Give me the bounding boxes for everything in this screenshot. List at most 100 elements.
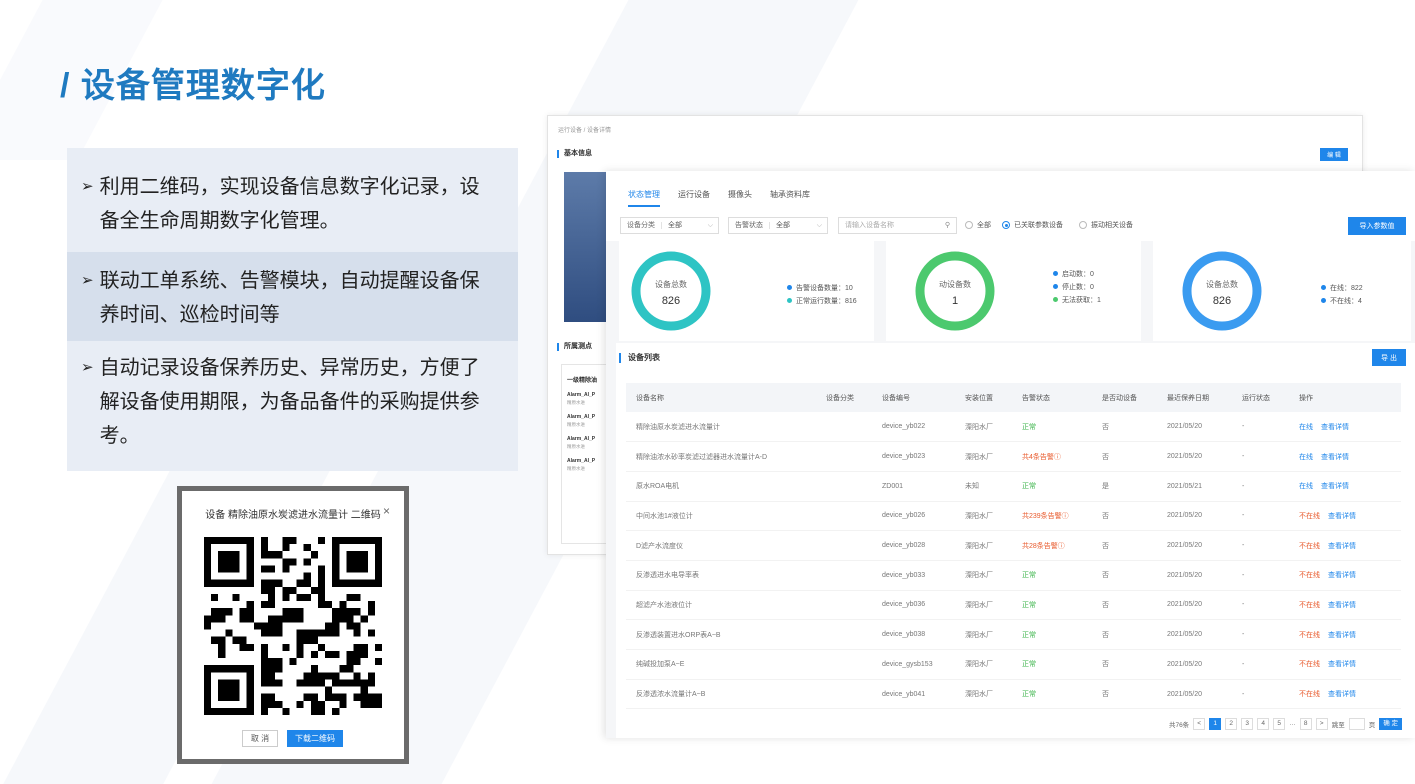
category-select[interactable]: 设备分类 全部 ⌵ — [620, 217, 719, 234]
device-search-input[interactable]: 请输入设备名称 ⚲ — [838, 217, 957, 234]
qr-module — [225, 693, 233, 701]
point-item[interactable]: Alarm_AI_P 精原水进 — [562, 406, 606, 428]
radio-linked-param[interactable]: 已关联参数设备 — [1002, 220, 1063, 230]
column-header: 安装位置 — [955, 383, 1012, 412]
qr-module — [339, 679, 347, 687]
qr-module — [296, 615, 304, 623]
qr-module — [353, 679, 361, 687]
view-details-link[interactable]: 查看详情 — [1328, 543, 1356, 550]
qr-module — [246, 686, 254, 694]
page-button[interactable]: 5 — [1273, 718, 1286, 730]
qr-module — [346, 665, 354, 673]
radio-all[interactable]: 全部 — [965, 220, 991, 230]
qr-module — [310, 700, 318, 708]
view-details-link[interactable]: 查看详情 — [1321, 424, 1349, 431]
view-details-link[interactable]: 查看详情 — [1328, 632, 1356, 639]
view-details-link[interactable]: 查看详情 — [1328, 513, 1356, 520]
view-details-link[interactable]: 查看详情 — [1328, 661, 1356, 668]
qr-module — [339, 665, 347, 673]
prev-page-button[interactable]: < — [1193, 718, 1206, 730]
page-button[interactable]: 8 — [1299, 718, 1312, 730]
online-status: 不在线 — [1299, 631, 1320, 639]
online-status: 在线 — [1299, 423, 1313, 431]
cancel-button[interactable]: 取 消 — [242, 730, 278, 747]
page-button[interactable]: 3 — [1241, 718, 1254, 730]
qr-module — [367, 700, 375, 708]
page-button[interactable]: 4 — [1257, 718, 1270, 730]
alarm-status-cell[interactable]: 共239条告警ⓘ — [1012, 501, 1092, 532]
bullet-item: ➢ 联动工单系统、告警模块，自动提醒设备保养时间、巡检时间等 — [67, 252, 518, 341]
qr-module — [289, 558, 297, 566]
next-page-button[interactable]: > — [1315, 718, 1328, 730]
download-qr-button[interactable]: 下载二维码 — [287, 730, 343, 747]
device-category-cell — [816, 590, 872, 621]
alarm-status-select[interactable]: 告警状态 全部 ⌵ — [728, 217, 828, 234]
qr-module — [218, 579, 226, 587]
tab-bearing-library[interactable]: 轴承资料库 — [770, 171, 810, 207]
qr-module — [218, 707, 226, 715]
view-details-link[interactable]: 查看详情 — [1328, 691, 1356, 698]
point-item[interactable]: Alarm_AI_P 精原水进 — [562, 384, 606, 406]
view-details-link[interactable]: 查看详情 — [1321, 454, 1349, 461]
tab-running-devices[interactable]: 运行设备 — [678, 171, 710, 207]
view-details-link[interactable]: 查看详情 — [1328, 602, 1356, 609]
table-row: 精除油原水炭滤进水流量计 device_yb022 溧阳水厂 正常否 2021/05/2… — [626, 412, 1401, 443]
qr-module — [325, 622, 333, 630]
qr-module — [204, 693, 212, 701]
point-item[interactable]: Alarm_AI_P 精原水进 — [562, 428, 606, 450]
radio-label: 振动相关设备 — [1091, 222, 1133, 229]
legend-text: 在线：822 — [1330, 284, 1363, 292]
qr-module — [282, 643, 290, 651]
moving-device-cell: 否 — [1092, 679, 1157, 710]
radio-circle — [965, 221, 973, 229]
jump-page-input[interactable] — [1348, 718, 1365, 730]
export-button[interactable]: 导 出 — [1372, 349, 1406, 366]
legend-text: 停止数：0 — [1062, 283, 1094, 291]
qr-module — [353, 579, 361, 587]
point-item[interactable]: Alarm_AI_P 精原水进 — [562, 450, 606, 472]
qr-module — [232, 636, 240, 644]
confirm-jump-button[interactable]: 确 定 — [1379, 718, 1402, 730]
qr-module — [232, 551, 240, 559]
device-name-cell: 中间水池1#液位计 — [626, 501, 816, 532]
page-button[interactable]: 2 — [1225, 718, 1238, 730]
edit-button[interactable]: 编 辑 — [1320, 148, 1348, 161]
page-button[interactable]: 1 — [1209, 718, 1222, 730]
device-list-panel: 设备列表 导 出 设备名称 设备分类 设备编号 安装位置 告警状态 是否动设备 … — [616, 343, 1415, 738]
page-ellipsis[interactable]: ··· — [1289, 721, 1296, 728]
actions-cell: 在线 查看详情 — [1289, 412, 1401, 443]
alarm-status-cell[interactable]: 共4条告警ⓘ — [1012, 441, 1092, 472]
qr-module — [353, 565, 361, 573]
table-row: 反渗透进水电导率表 device_yb033 溧阳水厂 正常否 2021/05/20- 不… — [626, 560, 1401, 591]
device-management-panel: 状态管理 运行设备 摄像头 轴承资料库 设备分类 全部 ⌵ 告警状态 全部 ⌵ 请输入设… — [606, 171, 1415, 738]
qr-module — [325, 672, 333, 680]
view-details-link[interactable]: 查看详情 — [1321, 483, 1349, 490]
qr-module — [303, 579, 311, 587]
close-icon[interactable]: × — [383, 504, 390, 518]
qr-module — [218, 693, 226, 701]
device-code-cell: device_yb033 — [872, 560, 955, 591]
qr-module — [303, 672, 311, 680]
qr-module — [268, 665, 276, 673]
alarm-select-label: 告警状态 — [735, 222, 770, 229]
bullet-list: ➢ 利用二维码，实现设备信息数字化记录，设备全生命周期数字化管理。 ➢ 联动工单… — [67, 148, 518, 471]
moving-device-cell: 否 — [1092, 619, 1157, 650]
install-location-cell: 溧阳水厂 — [955, 679, 1012, 710]
bullet-item: ➢ 自动记录设备保养历史、异常历史，方便了解设备使用期限，为备品备件的采购提供参… — [67, 341, 518, 471]
qr-module — [282, 593, 290, 602]
qr-module — [275, 629, 283, 637]
jump-label: 跳至 — [1331, 722, 1345, 729]
qr-module — [289, 586, 297, 594]
qr-module — [260, 601, 269, 609]
tab-cameras[interactable]: 摄像头 — [728, 171, 752, 207]
import-params-button[interactable]: 导入参数值 — [1348, 217, 1406, 235]
qr-module — [360, 558, 368, 566]
tab-status[interactable]: 状态管理 — [628, 171, 660, 207]
view-details-link[interactable]: 查看详情 — [1328, 572, 1356, 579]
qr-module — [204, 700, 212, 708]
column-header: 操作 — [1289, 383, 1401, 412]
alarm-status-cell[interactable]: 共28条告警ⓘ — [1012, 530, 1092, 561]
qr-module — [211, 707, 219, 715]
qr-module — [268, 586, 276, 594]
radio-vibration[interactable]: 振动相关设备 — [1079, 220, 1133, 230]
